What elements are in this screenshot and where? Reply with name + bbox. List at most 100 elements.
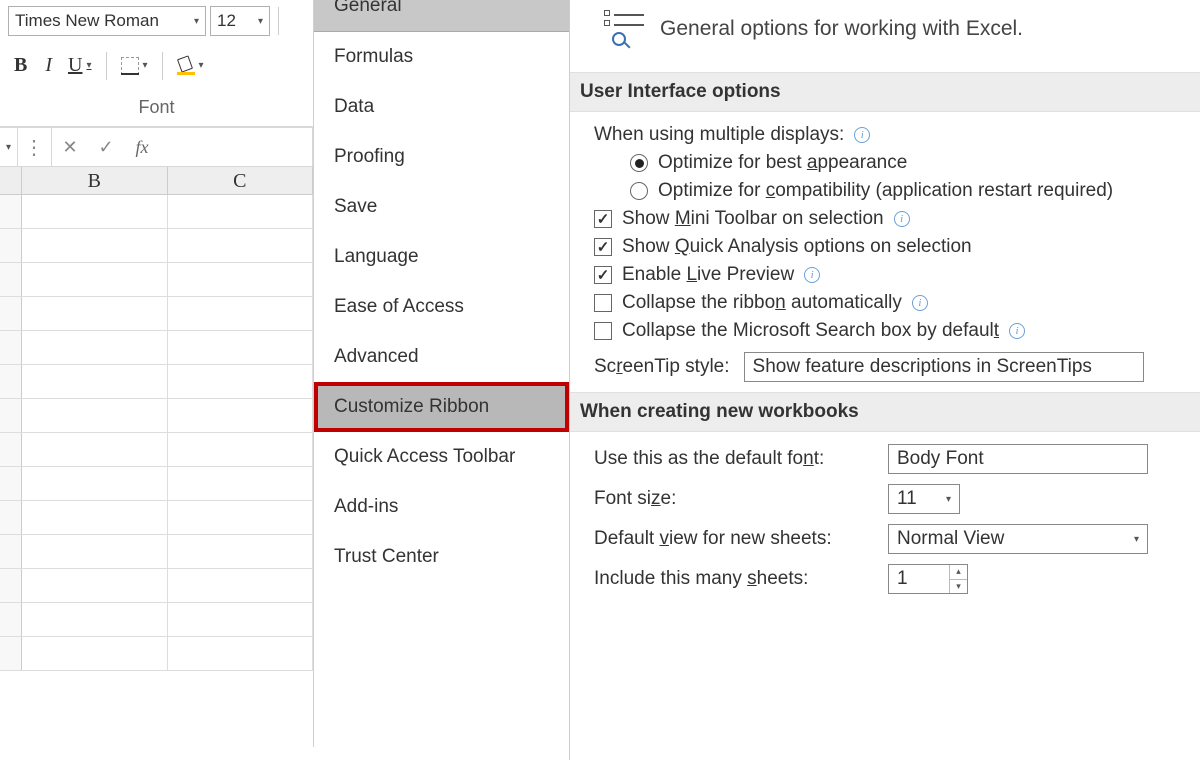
chevron-down-icon: ▾ (86, 60, 91, 71)
checkbox-icon (594, 238, 612, 256)
chevron-down-icon: ▾ (199, 60, 204, 71)
info-icon[interactable] (894, 211, 910, 227)
sheets-count-label: Include this many sheets: (594, 568, 874, 590)
checkbox-label: Show Mini Toolbar on selection (622, 208, 884, 230)
radio-label: Optimize for best appearance (658, 152, 907, 174)
enter-button[interactable]: ✓ (88, 128, 124, 166)
font-size-label: Font size: (594, 488, 874, 510)
ribbon-group-label: Font (8, 95, 305, 126)
nav-item-language[interactable]: Language (314, 232, 569, 282)
checkbox-icon (594, 210, 612, 228)
spinner-buttons[interactable]: ▴▾ (949, 565, 967, 593)
nav-item-customize-ribbon[interactable]: Customize Ribbon (314, 382, 569, 432)
spin-down-icon: ▾ (950, 580, 967, 594)
checkbox-collapse-search[interactable]: Collapse the Microsoft Search box by def… (594, 320, 1200, 342)
checkbox-label: Show Quick Analysis options on selection (622, 236, 972, 258)
formula-bar: ▾ ⋮ ✕ ✓ fx (0, 127, 313, 167)
select-value: Show feature descriptions in ScreenTips (753, 356, 1092, 378)
nav-item-add-ins[interactable]: Add-ins (314, 482, 569, 532)
checkbox-live-preview[interactable]: Enable Live Preview (594, 264, 1200, 286)
default-view-label: Default view for new sheets: (594, 528, 874, 550)
nav-item-quick-access-toolbar[interactable]: Quick Access Toolbar (314, 432, 569, 482)
fill-color-button[interactable]: ▾ (173, 53, 208, 79)
select-value: Normal View (897, 528, 1004, 550)
italic-button[interactable]: I (39, 50, 58, 81)
radio-icon (630, 154, 648, 172)
checkbox-icon (594, 266, 612, 284)
namebox-dropdown[interactable]: ▾ (0, 128, 18, 166)
select-all-corner[interactable] (0, 167, 22, 194)
font-name-value: Times New Roman (15, 11, 159, 31)
radio-label: Optimize for compatibility (application … (658, 180, 1113, 202)
default-font-select[interactable]: Body Font (888, 444, 1148, 474)
content-header-title: General options for working with Excel. (660, 17, 1023, 41)
checkbox-label: Enable Live Preview (622, 264, 794, 286)
insert-function-button[interactable]: fx (124, 128, 160, 166)
formula-bar-options[interactable]: ⋮ (18, 128, 52, 166)
content-header: General options for working with Excel. (584, 0, 1200, 68)
radio-best-appearance[interactable]: Optimize for best appearance (630, 152, 1200, 174)
chevron-down-icon: ▾ (194, 16, 199, 27)
nav-item-proofing[interactable]: Proofing (314, 132, 569, 182)
radio-icon (630, 182, 648, 200)
spreadsheet-grid[interactable] (0, 195, 313, 671)
select-value: Body Font (897, 448, 984, 470)
checkbox-label: Collapse the ribbon automatically (622, 292, 902, 314)
divider (106, 52, 107, 80)
bold-button[interactable]: B (8, 50, 33, 81)
chevron-down-icon: ▾ (1134, 534, 1139, 545)
checkbox-mini-toolbar[interactable]: Show Mini Toolbar on selection (594, 208, 1200, 230)
screentip-style-label: ScreenTip style: (594, 356, 730, 378)
chevron-down-icon: ▾ (143, 60, 148, 71)
nav-item-advanced[interactable]: Advanced (314, 332, 569, 382)
default-font-label: Use this as the default font: (594, 448, 874, 470)
borders-icon (121, 57, 139, 75)
chevron-down-icon: ▾ (946, 494, 951, 505)
select-value: 11 (897, 488, 917, 510)
sheets-count-spinner[interactable]: 1 ▴▾ (888, 564, 968, 594)
nav-item-data[interactable]: Data (314, 82, 569, 132)
formula-input[interactable] (160, 128, 313, 166)
general-options-icon (604, 8, 646, 50)
screentip-style-select[interactable]: Show feature descriptions in ScreenTips (744, 352, 1144, 382)
options-content-panel: General options for working with Excel. … (570, 0, 1200, 747)
section-ui-options: User Interface options (570, 72, 1200, 112)
column-header-c[interactable]: C (168, 167, 314, 194)
font-name-selector[interactable]: Times New Roman ▾ (8, 6, 206, 36)
divider (278, 7, 279, 35)
checkbox-quick-analysis[interactable]: Show Quick Analysis options on selection (594, 236, 1200, 258)
nav-item-save[interactable]: Save (314, 182, 569, 232)
chevron-down-icon: ▾ (258, 16, 263, 27)
checkbox-icon (594, 322, 612, 340)
paint-bucket-icon (177, 57, 195, 75)
excel-ribbon-panel: Times New Roman ▾ 12 ▾ B I U ▾ ▾ (0, 0, 314, 747)
font-size-selector[interactable]: 12 ▾ (210, 6, 270, 36)
checkbox-label: Collapse the Microsoft Search box by def… (622, 320, 999, 342)
info-icon[interactable] (804, 267, 820, 283)
borders-button[interactable]: ▾ (117, 53, 152, 79)
info-icon[interactable] (912, 295, 928, 311)
section-new-workbooks: When creating new workbooks (570, 392, 1200, 432)
ribbon-font-group: Times New Roman ▾ 12 ▾ B I U ▾ ▾ (0, 0, 313, 127)
nav-item-general[interactable]: General (314, 0, 569, 32)
radio-compatibility[interactable]: Optimize for compatibility (application … (630, 180, 1200, 202)
multi-displays-label: When using multiple displays: (594, 124, 1200, 146)
spinner-value: 1 (897, 568, 908, 590)
options-navigation: General Formulas Data Proofing Save Lang… (314, 0, 570, 760)
underline-label: U (68, 54, 82, 77)
cancel-button[interactable]: ✕ (52, 128, 88, 166)
nav-item-ease-of-access[interactable]: Ease of Access (314, 282, 569, 332)
nav-item-formulas[interactable]: Formulas (314, 32, 569, 82)
underline-button[interactable]: U ▾ (64, 50, 95, 81)
column-header-b[interactable]: B (22, 167, 168, 194)
column-headers: B C (0, 167, 313, 195)
font-size-select[interactable]: 11 ▾ (888, 484, 960, 514)
info-icon[interactable] (1009, 323, 1025, 339)
checkbox-collapse-ribbon[interactable]: Collapse the ribbon automatically (594, 292, 1200, 314)
spin-up-icon: ▴ (950, 565, 967, 580)
nav-item-trust-center[interactable]: Trust Center (314, 532, 569, 582)
info-icon[interactable] (854, 127, 870, 143)
divider (162, 52, 163, 80)
font-size-value: 12 (217, 11, 236, 31)
default-view-select[interactable]: Normal View ▾ (888, 524, 1148, 554)
